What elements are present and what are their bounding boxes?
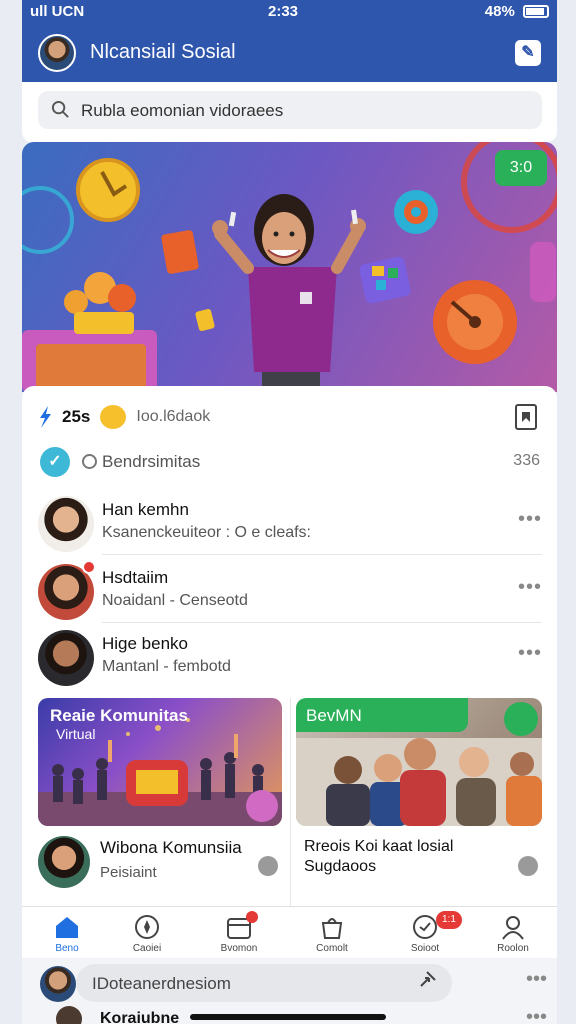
profile-avatar[interactable] xyxy=(38,34,76,72)
hero-badge[interactable]: 3:0 xyxy=(495,150,547,186)
friend-name: Hige benko xyxy=(102,634,189,653)
tab-label: Bvomon xyxy=(220,943,258,954)
tab-label: Caoiei xyxy=(132,943,162,954)
tile-caption-sub: Peisiaint xyxy=(100,864,157,881)
notification-dot xyxy=(82,560,96,574)
community-tile[interactable]: Reaie Komunitas Virtual Wibona Komunsiia… xyxy=(38,698,282,898)
tab-profile[interactable]: Roolon xyxy=(468,911,558,959)
next-post-author: Koraiubne xyxy=(100,1010,180,1024)
more-options-icon[interactable]: ••• xyxy=(526,968,547,991)
search-placeholder: Rubla eomonian vidoraees xyxy=(81,101,284,120)
verified-check-icon: ✓ xyxy=(40,447,70,477)
compass-icon xyxy=(135,915,159,939)
share-icon[interactable] xyxy=(417,968,439,990)
compose-placeholder: IDoteanerdnesiom xyxy=(92,974,231,993)
bottom-navigation: Beno Caoiei Bvomon Comolt 1:1 Soioot Roo… xyxy=(22,906,557,960)
avatar xyxy=(56,1006,82,1024)
friend-name: Hsdtaiim xyxy=(102,568,169,587)
community-tile-image: Reaie Komunitas Virtual xyxy=(38,698,282,826)
divider xyxy=(102,622,542,623)
social-tile-image: BevMN xyxy=(296,698,542,826)
lightning-icon xyxy=(40,406,51,428)
gift-icon[interactable] xyxy=(246,790,278,822)
status-bar: ull UCN 2:33 48% xyxy=(22,0,557,24)
notification-dot xyxy=(246,911,258,923)
post-count: 25s xyxy=(62,407,91,426)
profile-icon xyxy=(502,916,524,940)
bookmark-icon[interactable] xyxy=(515,404,537,430)
home-icon xyxy=(56,917,78,938)
search-icon xyxy=(51,100,69,118)
list-item[interactable]: Hsdtaiim Noaidanl - Censeotd ••• xyxy=(38,560,542,624)
tab-explore[interactable]: Caoiei xyxy=(102,911,192,959)
chat-icon xyxy=(413,915,437,939)
search-section: Rubla eomonian vidoraees xyxy=(22,82,557,142)
reaction-label: Ioo.l6daok xyxy=(136,408,211,425)
friend-requests-label: Bendrsimitas xyxy=(102,452,201,471)
bag-icon xyxy=(321,918,343,939)
tile-title: BevMN xyxy=(306,706,362,725)
tab-home[interactable]: Beno xyxy=(22,911,112,959)
divider xyxy=(290,698,291,906)
tile-caption-sub: Sugdaoos xyxy=(304,858,377,875)
home-indicator[interactable] xyxy=(190,1014,386,1020)
post-stats: 25s Ioo.l6daok xyxy=(38,402,210,432)
more-options-icon[interactable]: ••• xyxy=(518,576,542,599)
more-options-icon[interactable]: ••• xyxy=(518,508,542,531)
friend-subtitle: Mantanl - fembotd xyxy=(102,658,231,675)
battery-icon xyxy=(523,5,549,18)
avatar xyxy=(38,496,94,552)
message-count-badge: 1:1 xyxy=(436,911,462,929)
hero-image[interactable]: 3:0 xyxy=(22,142,557,392)
status-circle-icon xyxy=(82,454,97,469)
edit-icon[interactable]: ✎ xyxy=(515,40,541,66)
tile-caption: Rreois Koi kaat losial xyxy=(304,838,454,855)
navigate-icon[interactable] xyxy=(258,856,278,876)
avatar xyxy=(38,836,90,888)
compose-input[interactable]: IDoteanerdnesiom xyxy=(76,964,452,1002)
friend-subtitle: Noaidanl - Censeotd xyxy=(102,592,248,609)
divider xyxy=(102,554,542,555)
emoji-reaction-icon[interactable] xyxy=(100,405,127,429)
navigate-icon[interactable] xyxy=(518,856,538,876)
list-item[interactable]: Hige benko Mantanl - fembotd ••• xyxy=(38,626,542,690)
tile-caption: Wibona Komunsiia xyxy=(100,838,242,857)
battery-status: 48% xyxy=(485,3,549,20)
tile-subtitle: Virtual xyxy=(56,726,96,742)
clock: 2:33 xyxy=(268,3,299,20)
tile-title: Reaie Komunitas xyxy=(50,706,188,725)
battery-percent: 48% xyxy=(484,3,515,20)
app-title: Nlcansiail Sosial xyxy=(90,41,236,63)
friend-name: Han kemhn xyxy=(102,500,189,519)
tab-label: Roolon xyxy=(497,943,529,954)
tab-shop[interactable]: Comolt xyxy=(287,911,377,959)
post-card: 25s Ioo.l6daok ✓ Bendrsimitas 336 Han ke… xyxy=(22,386,557,906)
search-icon[interactable] xyxy=(504,702,538,736)
app-header: Nlcansiail Sosial ✎ xyxy=(22,24,557,82)
tab-label: Soioot xyxy=(410,943,440,954)
more-options-icon[interactable]: ••• xyxy=(518,642,542,665)
tab-label: Comolt xyxy=(316,943,348,954)
friend-subtitle: Ksanenckeuiteor : O e cleafs: xyxy=(102,524,311,541)
more-options-icon[interactable]: ••• xyxy=(526,1006,547,1024)
avatar xyxy=(38,630,94,686)
carrier-signal: ull UCN xyxy=(30,3,85,20)
tab-events[interactable]: Bvomon xyxy=(194,911,284,959)
user-avatar[interactable] xyxy=(40,966,76,1002)
tab-messages[interactable]: 1:1 Soioot xyxy=(380,911,470,959)
search-input[interactable]: Rubla eomonian vidoraees xyxy=(38,91,542,129)
social-tile[interactable]: BevMN Rreois Koi kaat losial Sugdaoos xyxy=(296,698,542,898)
list-item[interactable]: Han kemhn Ksanenckeuiteor : O e cleafs: … xyxy=(38,492,542,556)
hero-illustration xyxy=(22,142,557,392)
friend-requests-row[interactable]: ✓ Bendrsimitas 336 xyxy=(40,446,540,478)
friend-requests-count: 336 xyxy=(513,452,540,469)
tab-label: Beno xyxy=(55,943,79,954)
